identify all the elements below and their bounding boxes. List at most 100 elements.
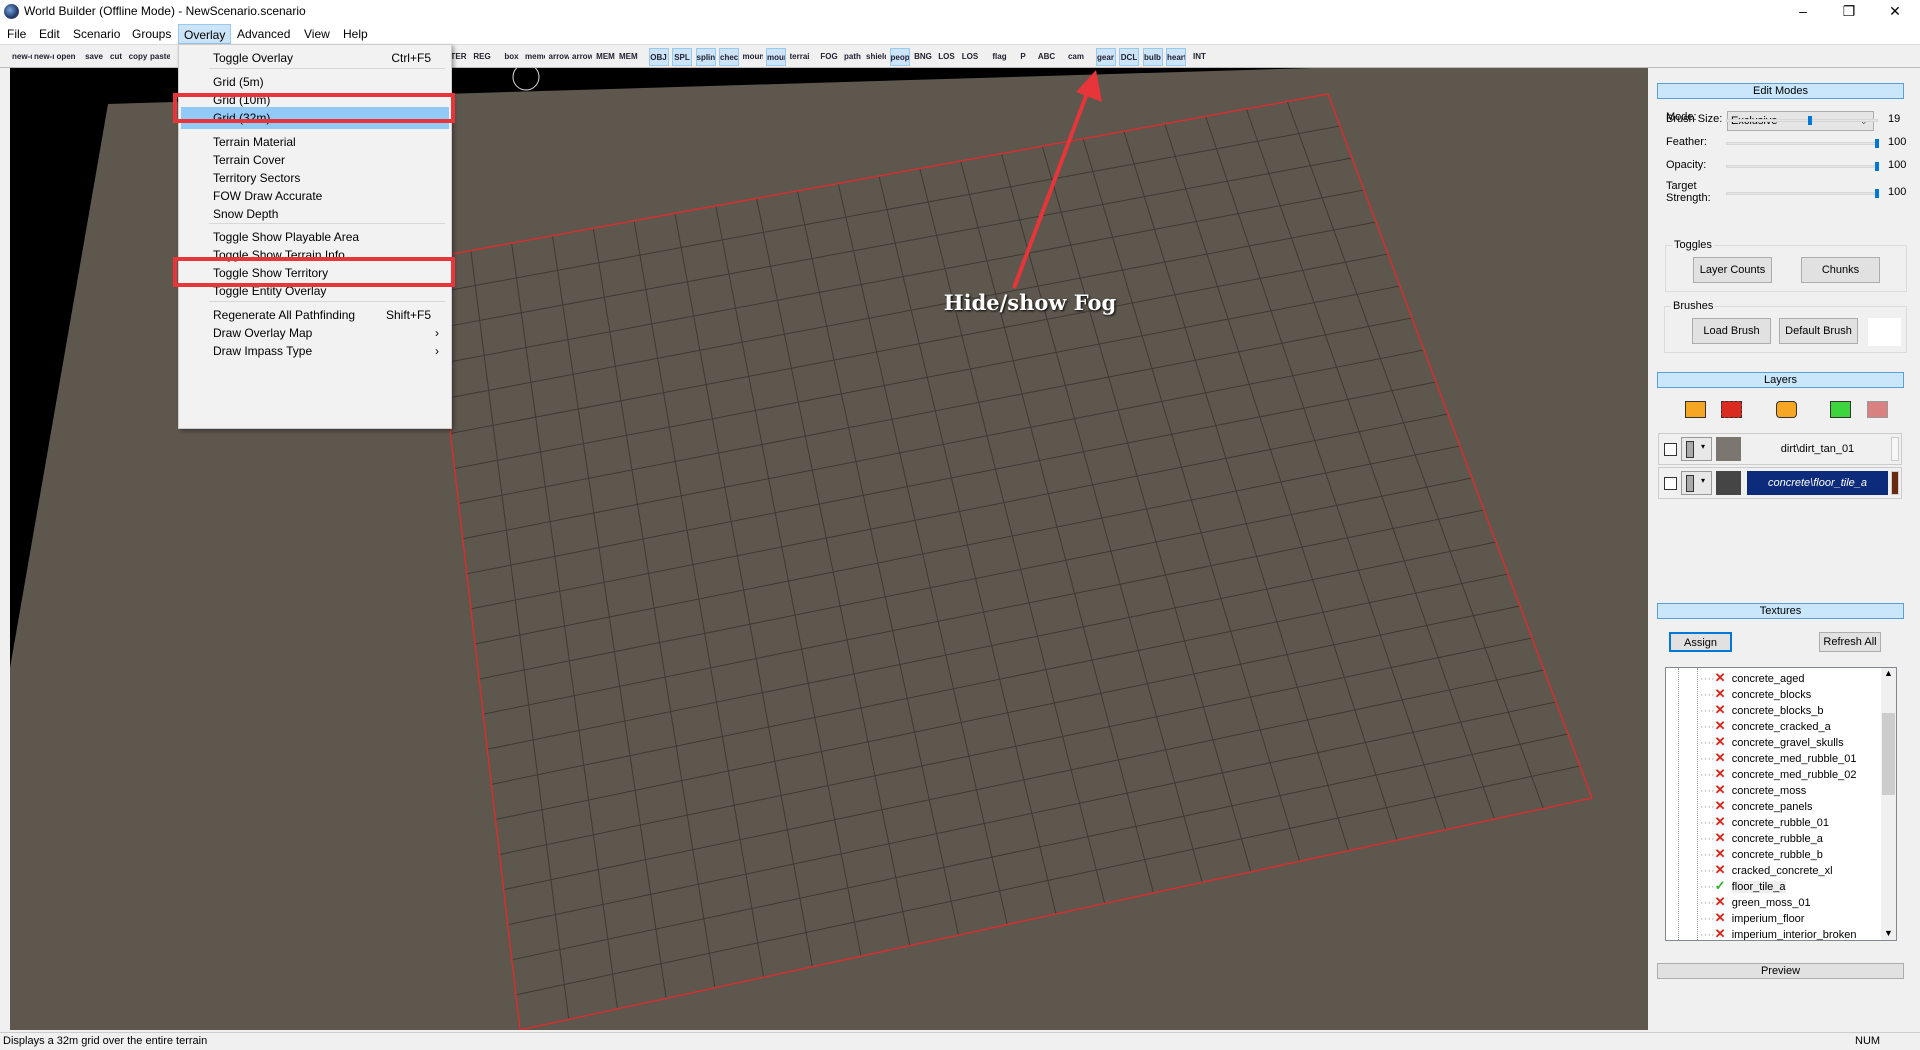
texture-scrollbar[interactable]: ▲ ▼ (1881, 668, 1896, 940)
load-brush-button[interactable]: Load Brush (1692, 318, 1771, 344)
menu-item-toggle-overlay[interactable]: Toggle Overlay Ctrl+F5 (181, 47, 449, 69)
layer-blend-dropdown[interactable]: ▾ (1681, 437, 1712, 461)
scroll-up-icon[interactable]: ▲ (1884, 668, 1893, 678)
texture-item[interactable]: ····✓ floor_tile_a (1700, 878, 1786, 894)
texture-item[interactable]: ····✕ concrete_gravel_skulls (1700, 734, 1844, 750)
remove-layer-icon[interactable] (1721, 401, 1742, 418)
toolbar-save-icon[interactable]: save (84, 48, 104, 66)
toolbar-mem-icon[interactable]: MEM (596, 48, 616, 66)
refresh-all-button[interactable]: Refresh All (1819, 632, 1881, 652)
merge-layer-icon[interactable] (1776, 401, 1797, 418)
texture-tree[interactable]: ····✕ concrete_aged ····✕ concrete_blocks… (1665, 667, 1897, 941)
slider-1[interactable] (1726, 139, 1879, 148)
menu-help[interactable]: Help (338, 24, 373, 44)
menu-item-snow-depth[interactable]: Snow Depth (181, 203, 449, 225)
menu-groups[interactable]: Groups (127, 24, 176, 44)
toolbar-open-icon[interactable]: open (56, 48, 76, 66)
menu-file[interactable]: File (2, 24, 31, 44)
toolbar-checker-icon[interactable]: checker (719, 48, 739, 66)
toolbar-arrow-right-icon[interactable]: arrow-right (572, 48, 592, 66)
texture-item[interactable]: ····✕ imperium_interior_broken (1700, 926, 1856, 940)
scroll-down-icon[interactable]: ▼ (1884, 928, 1893, 938)
menu-scenario[interactable]: Scenario (68, 24, 125, 44)
delete-layer-icon[interactable] (1867, 401, 1888, 418)
texture-item[interactable]: ····✕ cracked_concrete_xl (1700, 862, 1833, 878)
toolbar-copy-icon[interactable]: copy (128, 48, 148, 66)
texture-item[interactable]: ····✕ green_moss_01 (1700, 894, 1811, 910)
menu-advanced[interactable]: Advanced (232, 24, 295, 44)
layer-row[interactable]: ▾ concrete\floor_tile_a (1658, 467, 1902, 499)
slider-3[interactable] (1726, 189, 1879, 198)
slider-thumb[interactable] (1875, 162, 1879, 171)
texture-item[interactable]: ····✕ concrete_blocks_b (1700, 702, 1823, 718)
toolbar-memo-icon[interactable]: memo (525, 48, 545, 66)
layer-name[interactable]: concrete\floor_tile_a (1747, 471, 1888, 495)
slider-2[interactable] (1726, 162, 1879, 171)
layer-name[interactable]: dirt\dirt_tan_01 (1747, 437, 1888, 461)
toolbar-flag-icon[interactable]: flag (990, 48, 1010, 66)
toolbar-abc-icon[interactable]: ABC (1037, 48, 1057, 66)
toolbar-spline-icon[interactable]: spline (695, 48, 716, 66)
slider-0[interactable] (1726, 116, 1878, 125)
toolbar-bulb-icon[interactable]: bulb (1142, 48, 1163, 66)
lock-layer-icon[interactable] (1685, 401, 1706, 418)
assign-button[interactable]: Assign (1669, 632, 1732, 652)
add-layer-icon[interactable] (1830, 401, 1851, 418)
toolbar-shield-icon[interactable]: shield (866, 48, 886, 66)
menu-overlay[interactable]: Overlay (178, 24, 232, 44)
layer-visible-checkbox[interactable] (1664, 477, 1677, 490)
texture-item[interactable]: ····✕ imperium_floor (1700, 910, 1804, 926)
default-brush-button[interactable]: Default Brush (1779, 318, 1858, 344)
slider-thumb[interactable] (1875, 139, 1879, 148)
texture-item[interactable]: ····✕ concrete_moss (1700, 782, 1806, 798)
menu-edit[interactable]: Edit (34, 24, 65, 44)
toolbar-terrain-x-icon[interactable]: terrain-x (790, 48, 810, 66)
maximize-button[interactable]: ❐ (1826, 0, 1872, 24)
texture-item[interactable]: ····✕ concrete_blocks (1700, 686, 1811, 702)
texture-item[interactable]: ····✕ concrete_cracked_a (1700, 718, 1831, 734)
texture-item[interactable]: ····✕ concrete_panels (1700, 798, 1812, 814)
layer-counts-button[interactable]: Layer Counts (1693, 257, 1772, 283)
slider-thumb[interactable] (1808, 116, 1813, 125)
toolbar-people-icon[interactable]: people (889, 48, 910, 66)
layer-row[interactable]: ▾ dirt\dirt_tan_01 (1658, 433, 1902, 465)
scroll-thumb[interactable] (1882, 713, 1895, 795)
chunks-button[interactable]: Chunks (1801, 257, 1880, 283)
layer-blend-dropdown[interactable]: ▾ (1681, 471, 1712, 495)
menu-view[interactable]: View (299, 24, 335, 44)
minimize-button[interactable]: – (1780, 0, 1826, 24)
toolbar-mountain2-icon[interactable]: mountain2 (766, 48, 786, 66)
texture-item[interactable]: ····✕ concrete_rubble_a (1700, 830, 1823, 846)
preview-button[interactable]: Preview (1657, 963, 1904, 979)
toolbar-gear-icon[interactable]: gear (1095, 48, 1116, 66)
toolbar-reg-icon[interactable]: REG (472, 48, 492, 66)
texture-item[interactable]: ····✕ concrete_med_rubble_01 (1700, 750, 1856, 766)
toolbar-new-map-icon[interactable]: new-map (34, 48, 54, 66)
toolbar-spl-icon[interactable]: SPL (672, 48, 692, 66)
toolbar-bng-icon[interactable]: BNG (913, 48, 933, 66)
layer-visible-checkbox[interactable] (1664, 443, 1677, 456)
texture-item[interactable]: ····✕ concrete_med_rubble_02 (1700, 766, 1856, 782)
texture-item[interactable]: ····✕ concrete_rubble_01 (1700, 814, 1829, 830)
toolbar-paste-icon[interactable]: paste (150, 48, 170, 66)
toolbar-cut-icon[interactable]: cut (106, 48, 126, 66)
menu-item-draw-impass-type[interactable]: Draw Impass Type › (181, 340, 449, 362)
texture-item[interactable]: ····✕ concrete_rubble_b (1700, 846, 1823, 862)
close-button[interactable]: ✕ (1872, 0, 1918, 24)
toolbar-mountain-icon[interactable]: mountain (743, 48, 763, 66)
toolbar-cam-icon[interactable]: cam (1066, 48, 1086, 66)
toolbar-arrow-left-icon[interactable]: arrow-left (549, 48, 569, 66)
toolbar-int-icon[interactable]: INT (1190, 48, 1210, 66)
toolbar-new-doc-icon[interactable]: new-doc (12, 48, 32, 66)
toolbar-obj-icon[interactable]: OBJ (648, 48, 669, 66)
toolbar-box-icon[interactable]: box (502, 48, 522, 66)
toolbar-los-icon[interactable]: LOS (960, 48, 980, 66)
texture-item[interactable]: ····✕ concrete_aged (1700, 670, 1805, 686)
toolbar-los-icon[interactable]: LOS (937, 48, 957, 66)
toolbar-heart-icon[interactable]: heart (1166, 48, 1186, 66)
toolbar-dcl-icon[interactable]: DCL (1119, 48, 1139, 66)
toolbar-fog-icon[interactable]: FOG (819, 48, 839, 66)
toolbar-mem-stat-icon[interactable]: MEM STAT (619, 48, 639, 66)
slider-thumb[interactable] (1875, 189, 1879, 198)
toolbar-path-icon[interactable]: path (843, 48, 863, 66)
